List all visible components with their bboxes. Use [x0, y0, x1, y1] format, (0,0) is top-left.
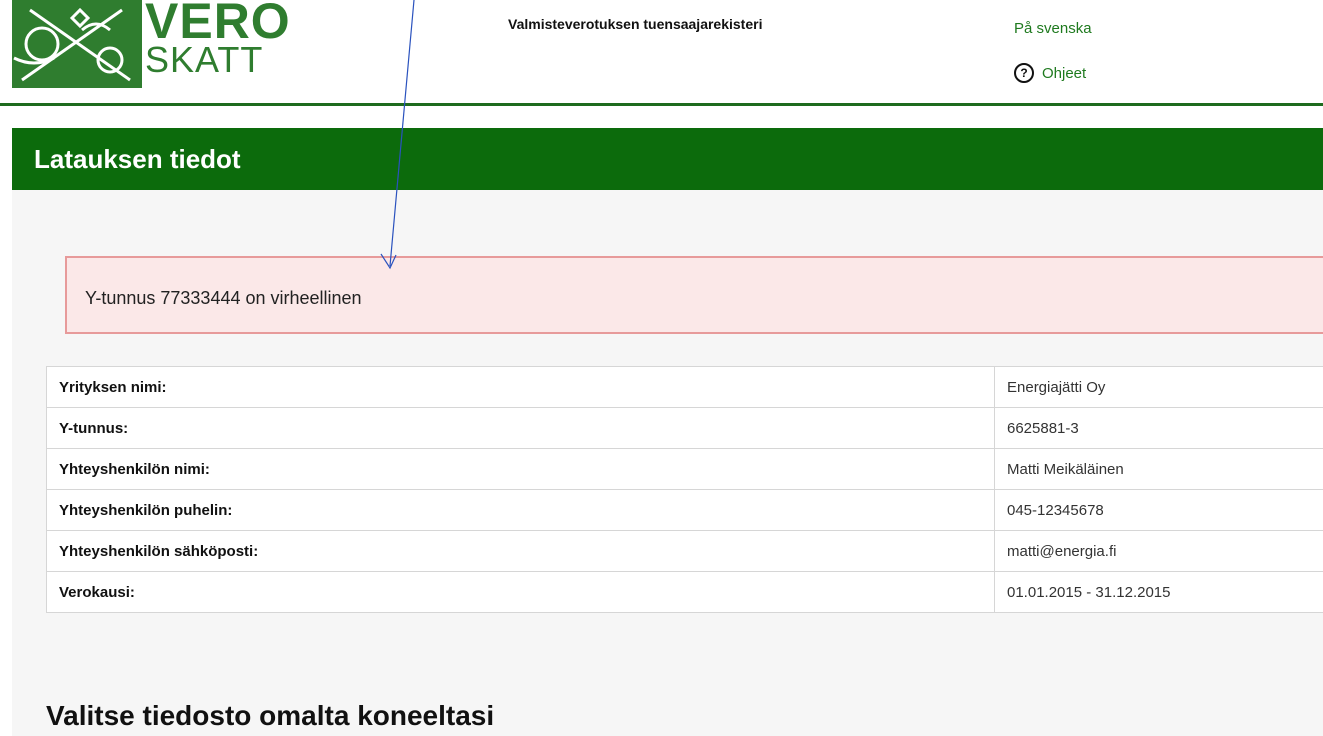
row-label: Y-tunnus:	[46, 407, 995, 449]
row-value: matti@energia.fi	[994, 530, 1323, 572]
table-row: Yrityksen nimi: Energiajätti Oy	[46, 366, 1323, 408]
row-label: Yhteyshenkilön nimi:	[46, 448, 995, 490]
error-message: Y-tunnus 77333444 on virheellinen	[85, 288, 362, 308]
help-link-label: Ohjeet	[1042, 64, 1087, 82]
table-row: Yhteyshenkilön puhelin: 045-12345678	[46, 489, 1323, 531]
row-label: Yhteyshenkilön sähköposti:	[46, 530, 995, 572]
app-title: Valmisteverotuksen tuensaajarekisteri	[508, 16, 763, 32]
upload-info-table: Yrityksen nimi: Energiajätti Oy Y-tunnus…	[46, 366, 1323, 613]
row-label: Yrityksen nimi:	[46, 366, 995, 408]
table-row: Verokausi: 01.01.2015 - 31.12.2015	[46, 571, 1323, 613]
page-title-bar: Latauksen tiedot	[12, 128, 1323, 190]
logo-text-skatt: SKATT	[145, 39, 264, 80]
table-row: Yhteyshenkilön sähköposti: matti@energia…	[46, 530, 1323, 572]
vero-skatt-logo[interactable]: VERO SKATT	[12, 0, 290, 88]
row-label: Yhteyshenkilön puhelin:	[46, 489, 995, 531]
site-header: VERO SKATT Valmisteverotuksen tuensaajar…	[0, 0, 1323, 106]
page-title: Latauksen tiedot	[34, 144, 241, 174]
vero-emblem-icon	[12, 0, 142, 88]
row-value: 045-12345678	[994, 489, 1323, 531]
file-select-heading: Valitse tiedosto omalta koneeltasi	[46, 700, 495, 731]
row-value: 01.01.2015 - 31.12.2015	[994, 571, 1323, 613]
row-value: Energiajätti Oy	[994, 366, 1323, 408]
table-row: Y-tunnus: 6625881-3	[46, 407, 1323, 449]
header-divider	[0, 103, 1323, 106]
row-value: 6625881-3	[994, 407, 1323, 449]
table-row: Yhteyshenkilön nimi: Matti Meikäläinen	[46, 448, 1323, 490]
question-circle-icon: ?	[1014, 63, 1034, 83]
help-link[interactable]: ? Ohjeet	[1014, 63, 1086, 83]
row-label: Verokausi:	[46, 571, 995, 613]
row-value: Matti Meikäläinen	[994, 448, 1323, 490]
language-switch-link[interactable]: På svenska	[1014, 20, 1092, 37]
error-alert: Y-tunnus 77333444 on virheellinen	[65, 256, 1323, 334]
